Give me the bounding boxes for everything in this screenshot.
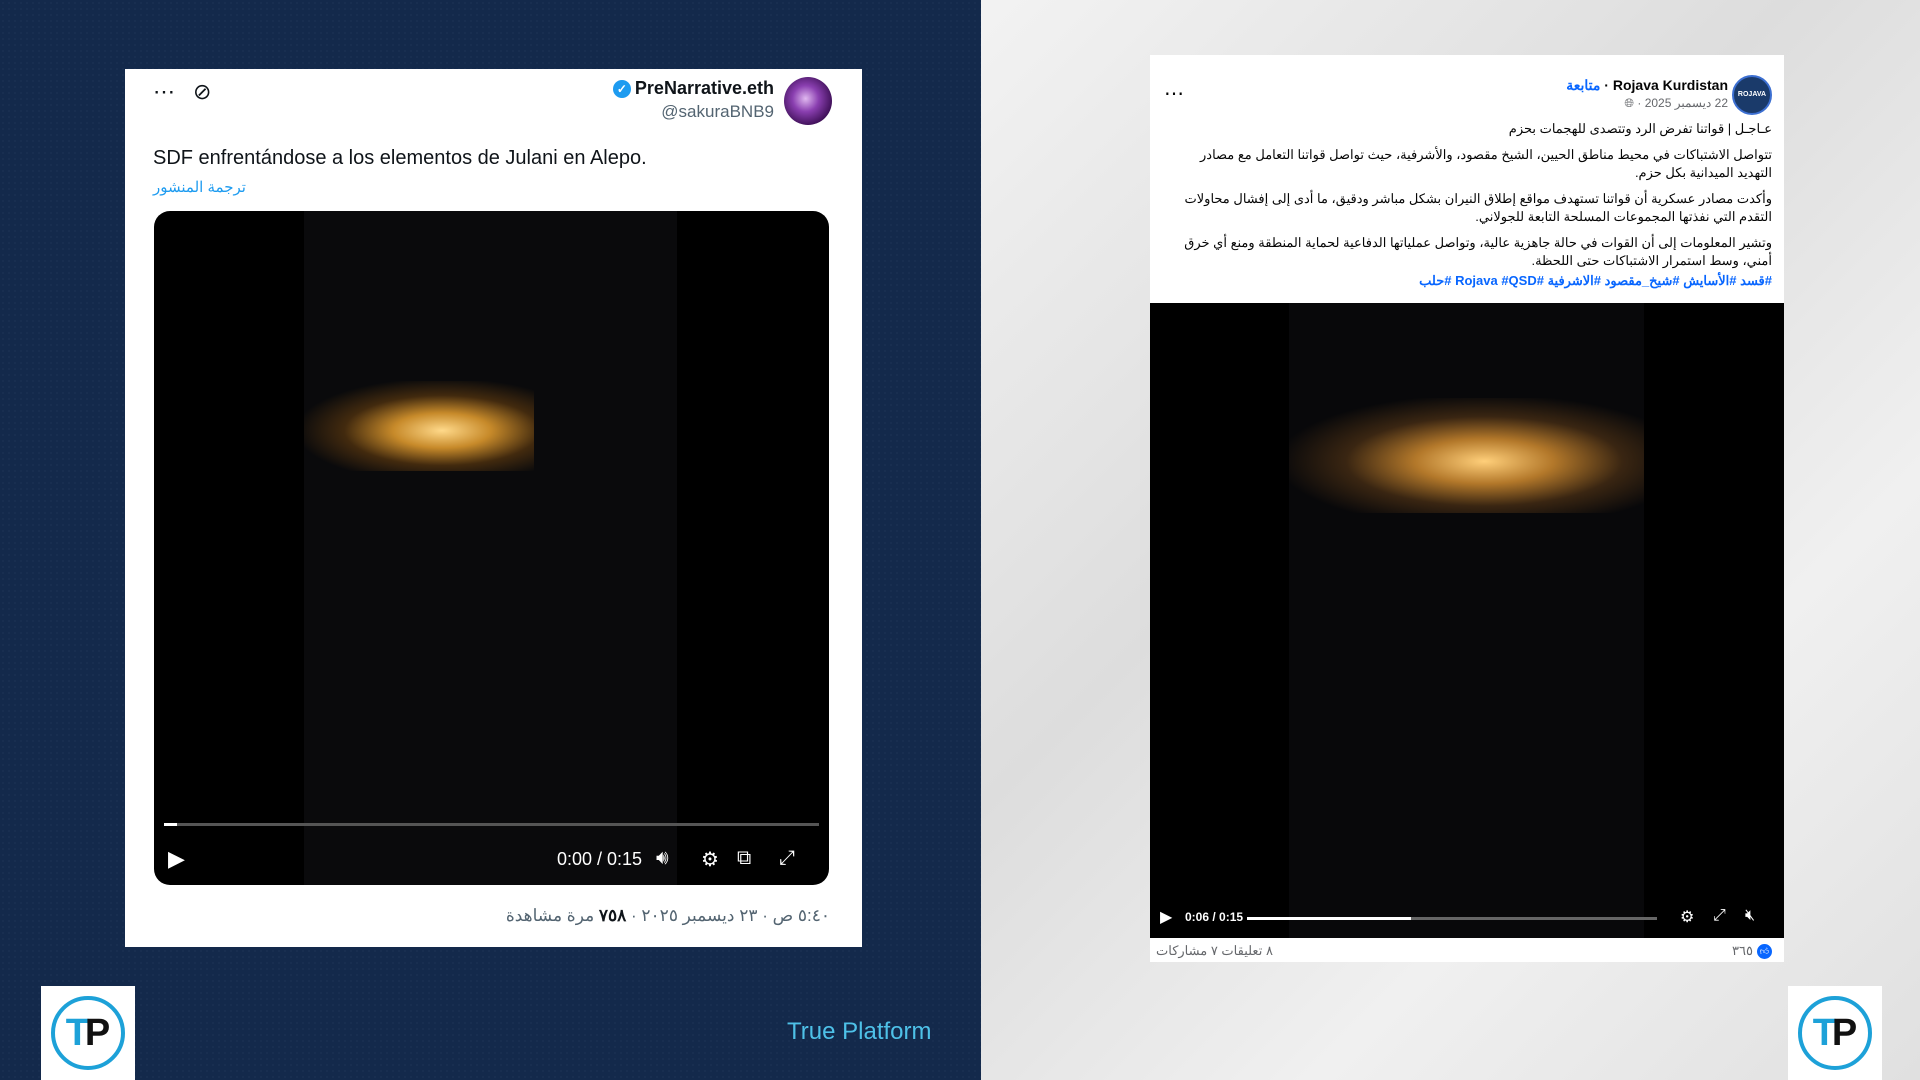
settings-icon[interactable]: ⚙ [1680, 907, 1694, 927]
video-time: 0:06 / 0:15 [1185, 910, 1244, 924]
logo-letter-p: P [1831, 1011, 1858, 1054]
more-icon[interactable]: ⋯ [1164, 81, 1184, 106]
tweet-video-player[interactable]: ▶ 0:00 / 0:15 🔊︎ ⚙ ⧉ ⤢ [154, 211, 829, 885]
reaction-summary[interactable]: ٣٦٥ 👍︎ [1732, 943, 1772, 959]
brand-text: True Platform [787, 1018, 932, 1045]
author-display-name[interactable]: PreNarrative.eth [635, 78, 774, 99]
fullscreen-icon[interactable]: ⤢ [779, 847, 795, 870]
follow-button[interactable]: متابعة [1566, 77, 1600, 93]
globe-icon: 🌐︎ [1624, 96, 1635, 110]
like-count: ٣٦٥ [1732, 943, 1753, 958]
post-date-row: 22 ديسمبر 2025 · 🌐︎ [1566, 96, 1728, 111]
pip-icon[interactable]: ⧉ [737, 847, 751, 870]
play-icon[interactable]: ▶ [1160, 907, 1172, 927]
logo-letter-p: P [84, 1011, 111, 1054]
mute-icon[interactable]: 🔇︎ [1745, 907, 1755, 925]
verified-badge-icon: ✓ [612, 79, 631, 98]
page-name-row: Rojava Kurdistan · متابعة [1566, 77, 1728, 94]
true-platform-logo: TP [41, 986, 135, 1080]
logo-ring: TP [1798, 996, 1872, 1070]
video-night-scene [304, 381, 534, 471]
separator-dot: · [1600, 77, 1609, 93]
video-night-scene [1289, 398, 1644, 513]
volume-icon[interactable]: 🔊︎ [656, 847, 669, 870]
true-platform-logo: TP [1788, 986, 1882, 1080]
play-icon[interactable]: ▶ [168, 846, 185, 872]
tweet-timestamp[interactable]: ٥:٤٠ ص · ٢٣ ديسمبر ٢٠٢٥ · [626, 906, 830, 925]
tweet-meta: ٥:٤٠ ص · ٢٣ ديسمبر ٢٠٢٥ · ٧٥٨ مرة مشاهدة [506, 906, 830, 926]
avatar[interactable]: ROJAVA [1732, 75, 1772, 115]
tweet-actions: ⋯ ⊘ [153, 79, 211, 105]
avatar[interactable] [784, 77, 832, 125]
fullscreen-icon[interactable]: ⤢ [1713, 907, 1726, 925]
settings-icon[interactable]: ⚙ [701, 847, 719, 872]
post-body: عـاجـل | قواتنا تفرض الرد وتتصدى للهجمات… [1172, 120, 1772, 298]
video-progress-bar[interactable] [164, 823, 819, 826]
post-header: Rojava Kurdistan · متابعة 22 ديسمبر 2025… [1566, 77, 1728, 111]
post-paragraph: وأكدت مصادر عسكرية أن قواتنا تستهدف مواق… [1184, 191, 1772, 224]
comment-count[interactable]: ٨ تعليقات [1221, 943, 1273, 958]
like-icon: 👍︎ [1757, 943, 1772, 959]
facebook-post-card: ⋯ ROJAVA Rojava Kurdistan · متابعة 22 دي… [1150, 55, 1784, 962]
video-time: 0:00 / 0:15 [557, 849, 643, 869]
share-count[interactable]: ٧ مشاركات [1156, 943, 1218, 958]
video-controls: ▶ 0:00 / 0:15 🔊︎ ⚙ ⧉ ⤢ [154, 841, 829, 885]
video-progress-fill [164, 823, 178, 826]
tweet-card: ⋯ ⊘ ✓ PreNarrative.eth @sakuraBNB9 SDF e… [125, 69, 862, 947]
engagement-counts: ٨ تعليقات ٧ مشاركات [1156, 943, 1273, 959]
author-handle[interactable]: @sakuraBNB9 [613, 102, 774, 122]
post-date[interactable]: 22 ديسمبر 2025 · [1634, 96, 1728, 110]
translate-link[interactable]: ترجمة المنشور [153, 178, 246, 196]
post-hashtags[interactable]: #قسد #الأسايش #شيخ_مقصود #الاشرفية #Roja… [1172, 272, 1772, 290]
video-frame [1289, 303, 1644, 938]
tweet-author[interactable]: ✓ PreNarrative.eth @sakuraBNB9 [612, 78, 774, 122]
logo-ring: TP [51, 996, 125, 1070]
tweet-text: SDF enfrentándose a los elementos de Jul… [153, 147, 647, 169]
post-paragraph: وتشير المعلومات إلى أن القوات في حالة جا… [1184, 235, 1772, 268]
video-frame [304, 211, 677, 885]
post-paragraph: عـاجـل | قواتنا تفرض الرد وتتصدى للهجمات… [1508, 121, 1772, 136]
view-count: ٧٥٨ [598, 906, 627, 925]
more-icon[interactable]: ⋯ [153, 79, 175, 105]
page-name[interactable]: Rojava Kurdistan [1613, 77, 1728, 93]
post-paragraph: تتواصل الاشتباكات في محيط مناطق الحيين، … [1200, 147, 1772, 180]
view-count-label: مرة مشاهدة [505, 906, 599, 925]
video-controls: ▶ 0:06 / 0:15 ⚙ ⤢ 🔇︎ [1150, 903, 1784, 933]
grok-icon[interactable]: ⊘ [193, 79, 211, 105]
author-name-row: ✓ PreNarrative.eth [612, 78, 774, 99]
post-footer: ٨ تعليقات ٧ مشاركات ٣٦٥ 👍︎ [1150, 943, 1784, 961]
video-progress-fill [1247, 917, 1411, 920]
video-progress-bar[interactable] [1247, 917, 1657, 920]
facebook-video-player[interactable]: ▶ 0:06 / 0:15 ⚙ ⤢ 🔇︎ [1150, 303, 1784, 938]
